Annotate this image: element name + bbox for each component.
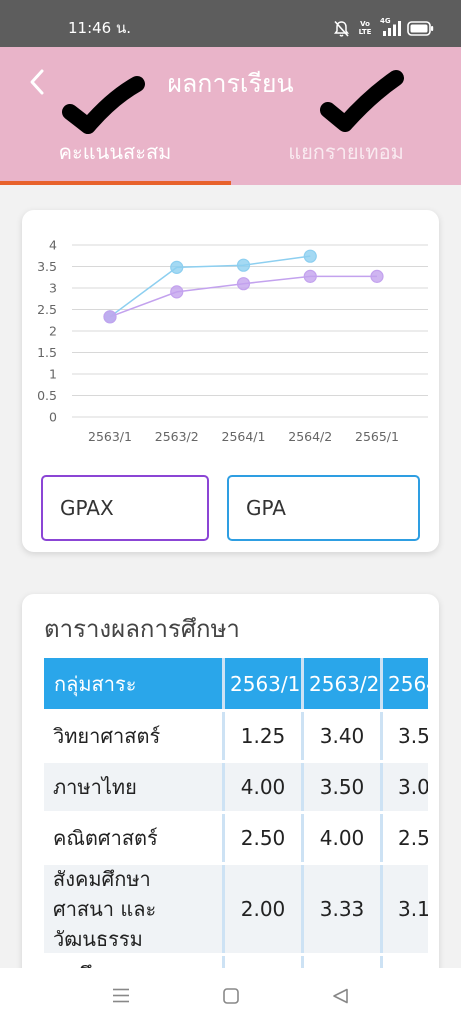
mute-icon (334, 20, 349, 37)
menu-icon (113, 988, 129, 1003)
active-tab-indicator (0, 181, 231, 185)
y-tick-label: 4 (49, 238, 57, 253)
y-tick-label: 3 (49, 281, 57, 296)
gpa-line-chart: 0 0.5 1 1.5 2 2.5 3 3.5 4 2563/1 2563/2 2564/1 2564/… (37, 238, 428, 444)
back-triangle-icon (333, 988, 348, 1004)
score-cell: 4.00 (304, 814, 380, 862)
column-header-term: 2563/2 (304, 658, 380, 709)
subject-cell: สังคมศึกษา ศาสนา และวัฒนธรรม (44, 865, 222, 953)
tab-by-term[interactable]: แยกรายเทอม (231, 137, 461, 167)
x-tick-label: 2565/1 (355, 429, 399, 444)
table-row: สังคมศึกษา ศาสนา และวัฒนธรรม 2.00 3.33 3… (44, 865, 428, 953)
table-title: ตารางผลการศึกษา (44, 615, 240, 643)
score-cell: 3.50 (304, 763, 380, 811)
grade-table-card: ตารางผลการศึกษา กลุ่มสาระ 2563/1 2563/2 … (22, 594, 439, 1014)
battery-icon (407, 21, 434, 36)
x-tick-label: 2563/2 (155, 429, 199, 444)
table-row: วิทยาศาสตร์ 1.25 3.40 3.5 (44, 712, 428, 760)
y-tick-label: 1.5 (37, 345, 57, 360)
score-cell: 3.40 (304, 712, 380, 760)
table-header-row: กลุ่มสาระ 2563/1 2563/2 2564 (44, 658, 428, 709)
gpa-legend-button[interactable]: GPA (227, 475, 420, 541)
status-bar: 11:46 น. Vo LTE 4G (0, 0, 461, 47)
home-square-icon (223, 988, 239, 1004)
signal-icon (383, 21, 401, 36)
table-row: คณิตศาสตร์ 2.50 4.00 2.5 (44, 814, 428, 862)
gpax-legend-button[interactable]: GPAX (41, 475, 209, 541)
score-cell: 3.5 (383, 712, 428, 760)
y-tick-label: 0.5 (37, 388, 57, 403)
data-point-gpa (170, 260, 184, 274)
score-cell: 3.0 (383, 763, 428, 811)
y-tick-label: 2.5 (37, 302, 57, 317)
data-point-gpa (236, 258, 251, 272)
data-point-gpax (370, 269, 384, 283)
subject-cell: วิทยาศาสตร์ (44, 712, 222, 760)
data-point-gpax (236, 277, 251, 291)
volte-bottom-label: LTE (358, 28, 372, 36)
score-cell: 1.25 (225, 712, 301, 760)
y-tick-label: 0 (49, 410, 57, 425)
score-cell: 2.00 (225, 865, 301, 953)
score-cell: 3.33 (304, 865, 380, 953)
gpa-chart-card: 0 0.5 1 1.5 2 2.5 3 3.5 4 2563/1 2563/2 2564/1 2564/… (22, 210, 439, 552)
column-header-subject: กลุ่มสาระ (44, 658, 222, 709)
score-cell: 2.50 (225, 814, 301, 862)
subject-cell: คณิตศาสตร์ (44, 814, 222, 862)
y-tick-label: 3.5 (37, 259, 57, 274)
y-tick-label: 1 (49, 367, 57, 382)
series-line-gpa (109, 255, 311, 318)
app-header: ผลการเรียน คะแนนสะสม แยกรายเทอม (0, 47, 461, 185)
recent-apps-button[interactable] (111, 988, 131, 1007)
tab-cumulative-score[interactable]: คะแนนสะสม (0, 137, 230, 167)
column-header-term: 2564 (383, 658, 428, 709)
grade-table-scroll[interactable]: กลุ่มสาระ 2563/1 2563/2 2564 วิทยาศาสตร์… (44, 658, 428, 1014)
data-point-gpax (103, 310, 117, 324)
x-tick-label: 2563/1 (88, 429, 132, 444)
volte-top-label: Vo (360, 20, 370, 28)
page-title: ผลการเรียน (167, 69, 294, 98)
data-point-gpax (303, 269, 317, 283)
table-row: ภาษาไทย 4.00 3.50 3.0 (44, 763, 428, 811)
system-back-button[interactable] (332, 988, 349, 1008)
home-button[interactable] (223, 988, 239, 1008)
x-tick-label: 2564/1 (222, 429, 266, 444)
data-point-gpa (303, 249, 317, 263)
subject-cell: ภาษาไทย (44, 763, 222, 811)
y-tick-label: 2 (49, 324, 57, 339)
score-cell: 2.5 (383, 814, 428, 862)
system-nav-bar (0, 968, 461, 1024)
score-cell: 3.1 (383, 865, 428, 953)
clock: 11:46 น. (68, 19, 132, 37)
column-header-term: 2563/1 (225, 658, 301, 709)
x-tick-label: 2564/2 (288, 429, 332, 444)
data-point-gpax (170, 285, 184, 299)
score-cell: 4.00 (225, 763, 301, 811)
volte-icon: Vo LTE (357, 20, 373, 36)
